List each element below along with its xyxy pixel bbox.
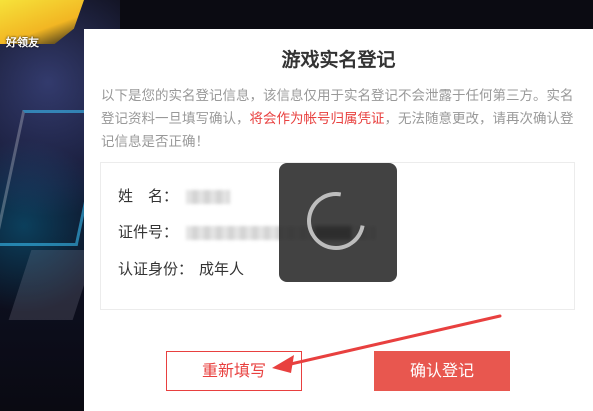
loading-spinner-icon [295,180,377,262]
identity-value: 成年人 [199,260,245,278]
background-art-shape [8,250,96,320]
game-logo-text: 好领友 [6,36,39,49]
name-row: 姓 名： [118,185,231,206]
notice-warning: 将会作为帐号归属凭证 [249,111,385,127]
notice-text: 以下是您的实名登记信息，该信息仅用于实名登记不会泄露于任何第三方。实名登记资料一… [101,85,581,154]
dialog-title: 游戏实名登记 [281,49,396,71]
loading-toast [279,163,397,282]
id-number-label: 证件号： [118,223,179,241]
identity-row: 认证身份： 成年人 [118,258,244,279]
name-label: 姓 名： [118,187,179,205]
refill-button[interactable]: 重新填写 [166,351,302,391]
identity-label: 认证身份： [118,260,194,278]
confirm-registration-button[interactable]: 确认登记 [374,351,510,391]
name-value-redacted [186,189,231,204]
